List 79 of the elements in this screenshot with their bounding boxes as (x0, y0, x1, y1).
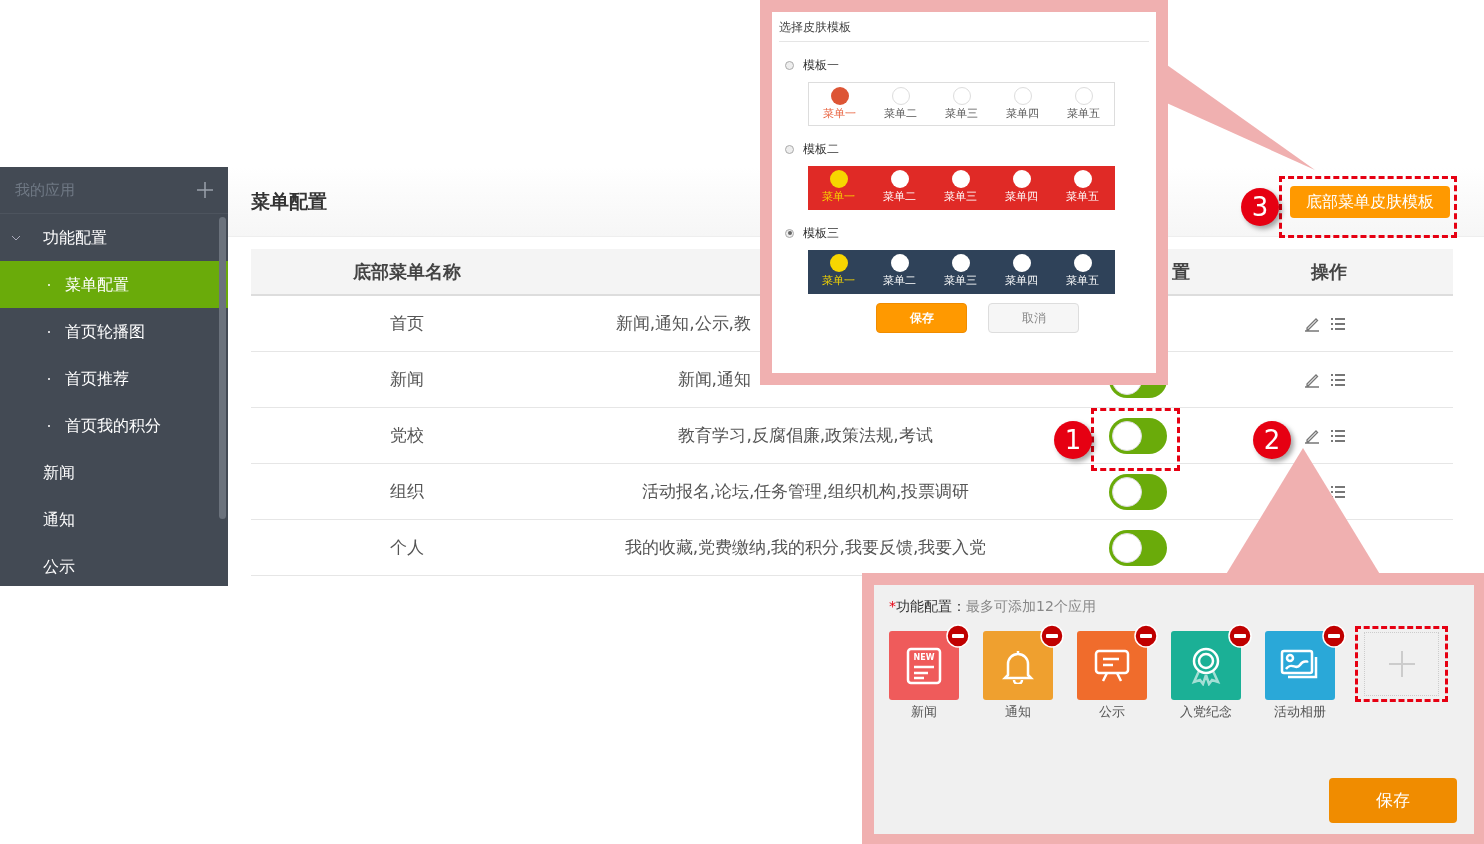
toggle-switch[interactable] (1109, 529, 1167, 566)
dialog-title: 选择皮肤模板 (779, 18, 851, 36)
table-cell-text: 党校 (390, 423, 424, 447)
menu-label: 菜单二 (884, 106, 917, 122)
radio-button[interactable] (785, 60, 794, 70)
sidebar-subitem[interactable]: 首页轮播图 (0, 308, 228, 355)
menu-label: 菜单四 (1005, 189, 1038, 205)
toggle-switch[interactable] (1109, 417, 1167, 454)
sidebar-item[interactable]: 通知 (0, 496, 228, 543)
menu-label: 菜单二 (883, 273, 916, 289)
table-cell-text: 首页 (390, 311, 424, 335)
table-cell-text: 教育学习,反腐倡廉,政策法规,考试 (678, 423, 933, 447)
list-icon[interactable] (1330, 428, 1346, 443)
menu-preview[interactable]: 菜单一 菜单二 菜单三 菜单四 菜单五 (808, 250, 1115, 294)
app-config-hint: *功能配置：最多可添加12个应用 (889, 597, 1097, 616)
chevron-icon (11, 233, 21, 242)
sidebar-item[interactable]: 功能配置 (0, 214, 228, 261)
sidebar-subitem[interactable]: 首页推荐 (0, 355, 228, 402)
callout-number: 1 (1054, 421, 1092, 459)
add-app-tile[interactable] (1355, 626, 1448, 702)
menu-label: 菜单三 (944, 273, 977, 289)
menu-preview[interactable]: 菜单一 菜单二 菜单三 菜单四 菜单五 (808, 166, 1115, 210)
list-icon[interactable] (1330, 484, 1346, 499)
remove-icon[interactable] (1228, 624, 1252, 648)
menu-label: 菜单二 (883, 189, 916, 205)
template-label: 模板三 (803, 225, 839, 242)
app-label: 新闻 (911, 703, 937, 721)
app-tile[interactable] (1265, 631, 1335, 700)
menu-label: 菜单四 (1006, 106, 1039, 122)
table-cell-text: 新闻,通知 (677, 367, 751, 391)
menu-label: 菜单一 (822, 273, 855, 289)
menu-preview[interactable]: 菜单一 菜单二 菜单三 菜单四 菜单五 (808, 82, 1115, 126)
remove-icon[interactable] (1322, 624, 1346, 648)
table-cell-text: 我的收藏,党费缴纳,我的积分,我要反馈,我要入党 (624, 535, 987, 559)
app-label: 活动相册 (1274, 703, 1326, 721)
table-cell-text: 组织 (390, 479, 424, 503)
table-cell-text: 新闻,通知,公示,教 (615, 311, 751, 335)
app-label: 公示 (1099, 703, 1125, 721)
app-tile[interactable] (1077, 631, 1147, 700)
remove-icon[interactable] (1040, 624, 1064, 648)
plus-icon (1387, 650, 1416, 678)
app-tile[interactable] (1171, 631, 1241, 700)
table-cell-text: 个人 (390, 535, 424, 559)
rosette-icon (1189, 645, 1223, 686)
list-icon[interactable] (1330, 316, 1346, 331)
column-header: 置 (1172, 260, 1190, 284)
menu-label: 菜单五 (1067, 106, 1100, 122)
presentation-board-icon (1094, 648, 1130, 683)
app-tile[interactable] (983, 631, 1053, 700)
new-label: NEW (913, 652, 935, 662)
menu-label: 菜单三 (945, 106, 978, 122)
column-header: 操作 (1310, 260, 1347, 284)
toggle-switch[interactable] (1109, 473, 1167, 510)
radio-button[interactable] (785, 228, 794, 238)
table-cell-text: 活动报名,论坛,任务管理,组织机构,投票调研 (641, 479, 970, 503)
cancel-button[interactable]: 取消 (988, 303, 1079, 333)
page-title: 菜单配置 (251, 189, 327, 215)
menu-label: 菜单一 (822, 189, 855, 205)
plus-icon[interactable] (196, 181, 214, 199)
app-label: 入党纪念 (1180, 703, 1232, 721)
template-label: 模板二 (803, 141, 839, 158)
sidebar-item[interactable]: 公示 (0, 543, 228, 590)
menu-label: 菜单四 (1005, 273, 1038, 289)
remove-icon[interactable] (946, 624, 970, 648)
sidebar-item[interactable]: 新闻 (0, 449, 228, 496)
radio-button[interactable] (785, 144, 794, 154)
menu-label: 菜单五 (1066, 273, 1099, 289)
template-label: 模板一 (803, 57, 839, 74)
app-label: 通知 (1005, 703, 1031, 721)
menu-label: 菜单一 (823, 106, 856, 122)
column-header: 底部菜单名称 (353, 260, 461, 284)
remove-icon[interactable] (1134, 624, 1158, 648)
menu-label: 菜单五 (1066, 189, 1099, 205)
table-cell-text: 新闻 (390, 367, 424, 391)
newspaper-icon (906, 647, 942, 684)
sidebar-subitem[interactable]: 首页我的积分 (0, 402, 228, 449)
list-icon[interactable] (1330, 372, 1346, 387)
menu-label: 菜单三 (944, 189, 977, 205)
callout-number: 2 (1253, 421, 1291, 459)
